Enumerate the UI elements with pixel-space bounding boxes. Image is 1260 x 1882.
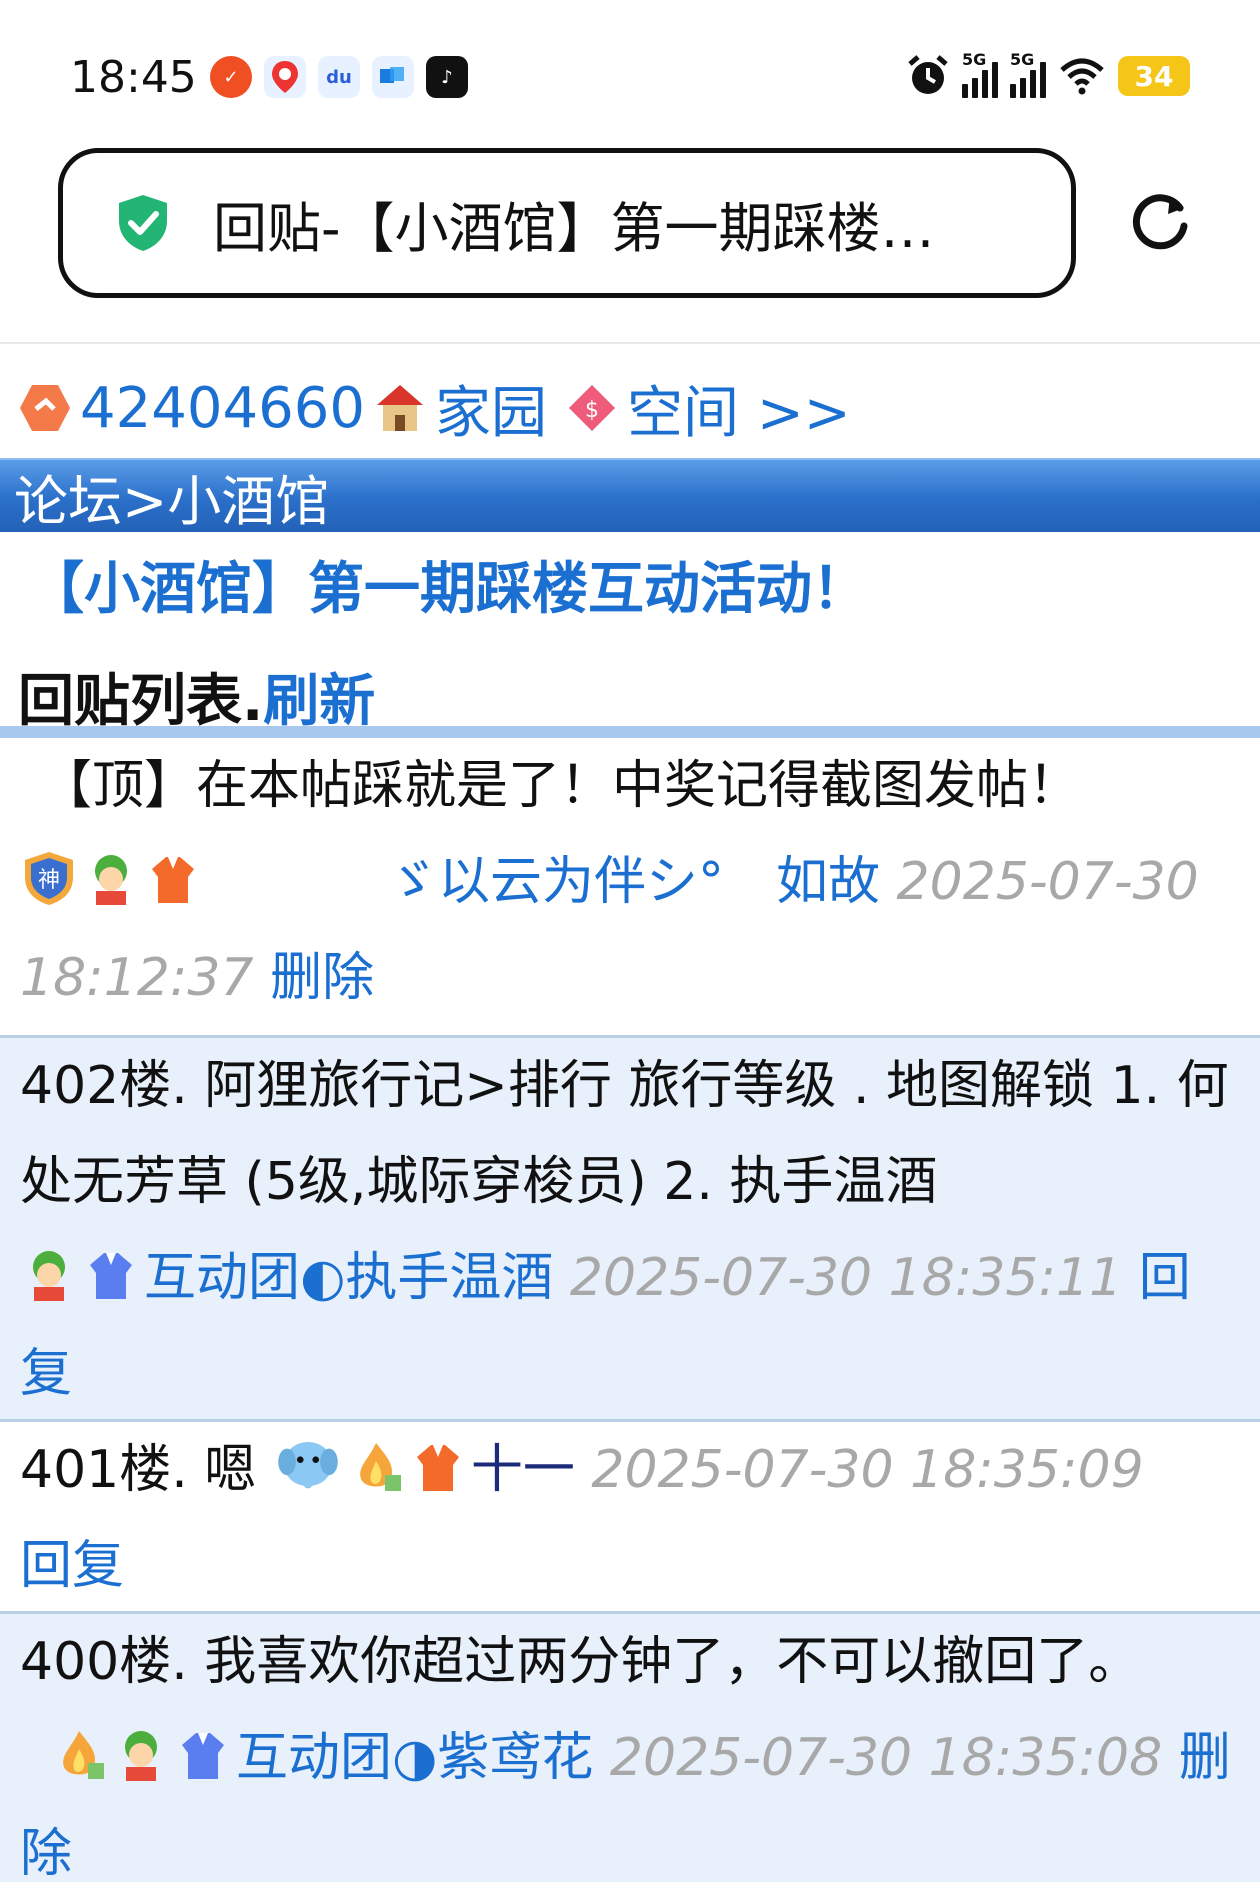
space-link[interactable]: 空间 >> (627, 368, 851, 449)
section-divider (0, 726, 1260, 738)
post-text: 400楼. 我喜欢你超过两分钟了，不可以撤回了。 (20, 1632, 1141, 1692)
post-text: 401楼. 嗯 (20, 1440, 257, 1500)
post-timestamp: 2025-07-30 18:35:09 (591, 1440, 1144, 1500)
pinned-post: 【顶】在本帖踩就是了！中奖记得截图发帖！ 神 ゞ以云为伴シ° 如故 2025-0… (0, 738, 1260, 1038)
flame-badge-icon (63, 1731, 104, 1779)
battery-indicator: 34 (1118, 56, 1190, 96)
flame-badge-icon (360, 1443, 401, 1491)
post-meta: 400楼. 我喜欢你超过两分钟了，不可以撤回了。 互动团◑紫鸢花 2025-07… (20, 1614, 1240, 1882)
post-meta: 互动团◐执手温酒 2025-07-30 18:35:11 回复 (20, 1230, 1240, 1422)
post-400: 400楼. 我喜欢你超过两分钟了，不可以撤回了。 互动团◑紫鸢花 2025-07… (0, 1614, 1260, 1882)
poster-nick[interactable]: 互动团◐执手温酒 (144, 1248, 553, 1308)
blue-robe-avatar-icon (182, 1733, 224, 1779)
user-nav: 42404660 家园 $ 空间 >> (18, 372, 851, 446)
cellular-signal-icon: 5G (1010, 50, 1046, 98)
breadcrumb-text[interactable]: 论坛>小酒馆 (14, 457, 329, 536)
notification-icons: ✓ du ♪ (210, 56, 468, 98)
post-401: 401楼. 嗯 十一 2025-07-30 18:35:09 回复 (0, 1422, 1260, 1614)
reply-link[interactable]: 回复 (20, 1536, 124, 1596)
poster-nick[interactable]: 十一 (471, 1440, 575, 1500)
space-icon: $ (569, 385, 616, 431)
post-timestamp: 2025-07-30 18:35:08 (609, 1728, 1163, 1788)
post-line: 401楼. 嗯 十一 2025-07-30 18:35:09 (20, 1422, 1240, 1518)
cellular-signal-icon: 5G (962, 50, 998, 98)
user-badge-icon (20, 385, 70, 431)
elephant-avatar-icon (278, 1442, 338, 1489)
blue-robe-avatar-icon (90, 1253, 132, 1299)
tiktok-icon: ♪ (426, 56, 468, 98)
reply-list-header: 回贴列表.刷新 (18, 656, 375, 737)
post-meta: 神 ゞ以云为伴シ° 如故 2025-07-30 18:12:37 删除 (20, 834, 1240, 1026)
poster-nick[interactable]: ゞ以云为伴シ° 如故 (386, 852, 880, 912)
page-title: 回贴-【小酒馆】第一期踩楼… (213, 196, 935, 260)
delete-link[interactable]: 删除 (270, 948, 374, 1008)
home-link[interactable]: 家园 (435, 368, 547, 449)
thread-title-link[interactable]: 【小酒馆】第一期踩楼互动活动！ (28, 544, 868, 625)
poster-nick[interactable]: 互动团◑紫鸢花 (236, 1728, 593, 1788)
divider (0, 342, 1260, 344)
status-bar: 18:45 ✓ du ♪ 5G 5G 34 (0, 0, 1260, 140)
orange-robe-avatar-icon (152, 857, 194, 903)
post-402: 402楼. 阿狸旅行记>排行 旅行等级 . 地图解锁 1. 何处无芳草 ￼(5级… (0, 1038, 1260, 1422)
breadcrumb[interactable]: 论坛>小酒馆 (0, 458, 1260, 533)
cartoon-avatar-icon (95, 855, 127, 905)
cartoon-avatar-icon (125, 1731, 157, 1781)
user-id-link[interactable]: 42404660 (80, 376, 365, 441)
system-icons: 5G 5G 34 (906, 50, 1190, 98)
baidu-app-icon: du (318, 56, 360, 98)
svg-text:$: $ (585, 398, 599, 423)
cartoon-avatar-icon (33, 1251, 65, 1301)
refresh-link[interactable]: 刷新 (263, 669, 375, 734)
post-timestamp: 2025-07-30 18:35:11 (569, 1248, 1123, 1308)
reply-list-label: 回贴列表. (18, 669, 264, 734)
alarm-icon (908, 55, 948, 94)
post-text: 402楼. 阿狸旅行记>排行 旅行等级 . 地图解锁 1. 何处无芳草 ￼(5级… (20, 1056, 1229, 1212)
map-app-icon (264, 56, 306, 98)
home-icon (377, 385, 424, 431)
orange-robe-avatar-icon (416, 1445, 459, 1491)
god-shield-badge-icon: 神 (25, 852, 73, 905)
secure-shield-icon (119, 195, 167, 251)
clock: 18:45 (70, 52, 197, 103)
wifi-icon (1060, 58, 1104, 95)
blue-app-icon (372, 56, 414, 98)
svg-text:神: 神 (38, 868, 60, 893)
orange-app-icon: ✓ (210, 56, 252, 98)
address-bar[interactable]: 回贴-【小酒馆】第一期踩楼… (58, 148, 1076, 298)
post-text: 【顶】在本帖踩就是了！中奖记得截图发帖！ (40, 756, 1081, 816)
reload-icon[interactable] (1130, 192, 1192, 254)
